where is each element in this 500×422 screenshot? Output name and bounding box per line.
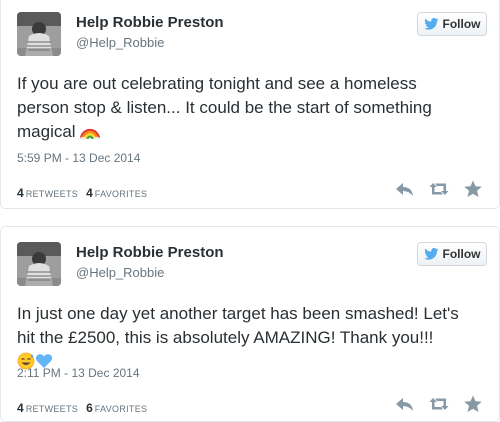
favorites-label[interactable]: FAVORITES	[95, 189, 148, 199]
follow-button[interactable]: Follow	[417, 12, 487, 36]
tweet-text-line: If you are out celebrating tonight and s…	[17, 74, 417, 93]
avatar[interactable]	[17, 12, 61, 56]
retweet-icon[interactable]	[429, 180, 449, 198]
tweet-actions	[395, 180, 483, 198]
rainbow-emoji	[80, 122, 101, 147]
tweet-card-2: Help Robbie Preston @Help_Robbie Follow …	[0, 226, 500, 422]
author-name[interactable]: Help Robbie Preston	[76, 14, 224, 31]
tweet-stats: 4 RETWEETS 6 FAVORITES	[17, 401, 155, 415]
author-handle[interactable]: @Help_Robbie	[76, 265, 164, 280]
favorites-count[interactable]: 4	[86, 186, 93, 200]
follow-label: Follow	[442, 17, 481, 31]
tweet-text-line: person stop & listen... It could be the …	[17, 98, 432, 117]
author-handle[interactable]: @Help_Robbie	[76, 35, 164, 50]
avatar[interactable]	[17, 242, 61, 286]
favorites-label[interactable]: FAVORITES	[95, 404, 148, 414]
retweet-icon[interactable]	[429, 395, 449, 413]
retweets-count[interactable]: 4	[17, 401, 24, 415]
tweet-text: If you are out celebrating tonight and s…	[17, 72, 483, 147]
follow-label: Follow	[442, 247, 481, 261]
timestamp[interactable]: 2:11 PM - 13 Dec 2014	[17, 366, 140, 380]
tweet-text-line: In just one day yet another target has b…	[17, 304, 459, 323]
retweets-label[interactable]: RETWEETS	[26, 404, 78, 414]
tweet-card-1: Help Robbie Preston @Help_Robbie Follow …	[0, 0, 500, 209]
tweet-text-line: magical	[17, 122, 76, 141]
retweets-count[interactable]: 4	[17, 186, 24, 200]
retweets-label[interactable]: RETWEETS	[26, 189, 78, 199]
timestamp[interactable]: 5:59 PM - 13 Dec 2014	[17, 151, 140, 165]
tweet-actions	[395, 395, 483, 413]
author-name[interactable]: Help Robbie Preston	[76, 244, 224, 261]
reply-icon[interactable]	[395, 395, 415, 413]
twitter-bird-icon	[423, 248, 438, 260]
star-icon[interactable]	[463, 395, 483, 413]
star-icon[interactable]	[463, 180, 483, 198]
reply-icon[interactable]	[395, 180, 415, 198]
tweet-stats: 4 RETWEETS 4 FAVORITES	[17, 186, 155, 200]
tweet-text-line: hit the £2500, this is absolutely AMAZIN…	[17, 328, 434, 347]
twitter-bird-icon	[423, 18, 438, 30]
favorites-count[interactable]: 6	[86, 401, 93, 415]
follow-button[interactable]: Follow	[417, 242, 487, 266]
